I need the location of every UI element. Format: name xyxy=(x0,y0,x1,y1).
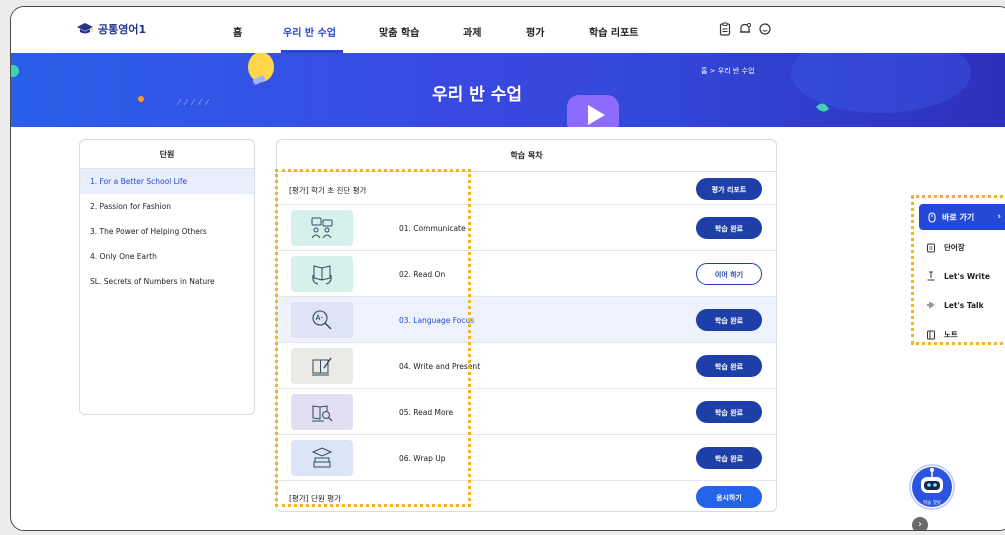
lesson-complete-button[interactable]: 학습 완료 xyxy=(696,355,762,377)
unit-item-2[interactable]: 2. Passion for Fashion xyxy=(80,194,254,219)
quick-link-label: 노트 xyxy=(944,330,958,339)
lesson-thumbnail xyxy=(291,440,353,476)
lesson-complete-button[interactable]: 학습 완료 xyxy=(696,401,762,423)
lesson-complete-button[interactable]: 학습 완료 xyxy=(696,447,762,469)
unit-list-header: 단원 xyxy=(80,140,254,169)
top-nav: 공통영어1 홈 우리 반 수업 맞춤 학습 과제 평가 학습 리포트 xyxy=(11,7,1005,53)
take-test-button[interactable]: 응시하기 xyxy=(696,486,762,508)
page-title: 우리 반 수업 xyxy=(431,85,523,105)
lesson-row: 01. Communicate 학습 완료 xyxy=(277,205,776,251)
chatbot-assistant-icon[interactable]: 학습 챗봇 xyxy=(908,463,956,513)
bell-icon[interactable] xyxy=(738,22,752,36)
lesson-row: 05. Read More 학습 완료 xyxy=(277,389,776,435)
unit-list-card: 단원 1. For a Better School Life 2. Passio… xyxy=(79,139,255,415)
contents-header: 학습 목차 xyxy=(277,140,776,172)
lesson-title: 03. Language Focus xyxy=(399,316,475,325)
quick-links-title: 바로 가기 xyxy=(942,212,975,222)
breadcrumb: 홈 > 우리 반 수업 xyxy=(701,67,755,75)
write-icon xyxy=(312,357,332,376)
lesson-thumbnail xyxy=(291,210,353,246)
lesson-title: 05. Read More xyxy=(399,408,454,417)
app-title: 공통영어1 xyxy=(98,23,147,36)
quick-links-header[interactable]: 바로 가기 › xyxy=(919,204,1005,230)
app-logo[interactable]: 공통영어1 xyxy=(77,21,146,37)
lesson-title: 04. Write and Present xyxy=(399,362,481,371)
chatbot-label: 학습 챗봇 xyxy=(923,499,941,506)
communicate-icon xyxy=(311,217,333,239)
lesson-row: 02. Read On 이어 하기 xyxy=(277,251,776,297)
unit-test-label: [평가] 단원 평가 xyxy=(289,494,342,503)
quick-link-lets-write[interactable]: Let's Write xyxy=(926,271,990,281)
nav-home[interactable]: 홈 xyxy=(233,24,242,39)
lesson-complete-button[interactable]: 학습 완료 xyxy=(696,309,762,331)
note-icon xyxy=(927,330,935,339)
chevron-right-icon[interactable]: › xyxy=(912,517,928,530)
quick-link-label: Let's Talk xyxy=(944,300,984,310)
quick-link-note[interactable]: 노트 xyxy=(926,329,958,340)
assessment-report-button[interactable]: 평가 리포트 xyxy=(696,178,762,200)
clipboard-icon[interactable] xyxy=(718,22,732,36)
continue-button[interactable]: 이어 하기 xyxy=(696,263,762,285)
lesson-thumbnail xyxy=(291,394,353,430)
learning-contents-card: 학습 목차 [평가] 학기 초 진단 평가 평가 리포트 01. Communi… xyxy=(276,139,777,512)
lesson-thumbnail xyxy=(291,302,353,338)
touch-icon xyxy=(928,211,936,223)
book-search-icon xyxy=(312,405,333,422)
pencil-underline-icon xyxy=(927,271,935,281)
unit-item-sl[interactable]: SL. Secrets of Numbers in Nature xyxy=(80,269,254,294)
magnifier-az-icon xyxy=(312,310,332,330)
chevron-right-icon: › xyxy=(997,212,1001,222)
pre-test-label: [평가] 학기 초 진단 평가 xyxy=(289,186,367,195)
page-banner: 우리 반 수업 홈 > 우리 반 수업 xyxy=(11,53,1005,127)
quick-link-vocabulary[interactable]: 단어장 xyxy=(926,242,965,253)
quick-link-label: Let's Write xyxy=(944,271,990,281)
lesson-title: 06. Wrap Up xyxy=(399,454,446,463)
vocabulary-icon xyxy=(927,243,935,252)
lesson-complete-button[interactable]: 학습 완료 xyxy=(696,217,762,239)
lesson-thumbnail xyxy=(291,256,353,292)
profile-icon[interactable] xyxy=(758,22,772,36)
nav-assignment[interactable]: 과제 xyxy=(463,24,481,39)
unit-item-4[interactable]: 4. Only One Earth xyxy=(80,244,254,269)
graduation-books-icon xyxy=(311,447,333,468)
quick-link-lets-talk[interactable]: Let's Talk xyxy=(926,300,984,310)
unit-item-1[interactable]: 1. For a Better School Life xyxy=(80,169,254,194)
app-window: 공통영어1 홈 우리 반 수업 맞춤 학습 과제 평가 학습 리포트 우리 반 … xyxy=(10,6,1005,531)
lesson-row: 03. Language Focus 학습 완료 xyxy=(277,297,776,343)
unit-item-3[interactable]: 3. The Power of Helping Others xyxy=(80,219,254,244)
nav-custom-learning[interactable]: 맞춤 학습 xyxy=(379,24,419,39)
graduation-cap-icon xyxy=(77,23,93,34)
nav-report[interactable]: 학습 리포트 xyxy=(589,24,638,39)
voice-wave-icon xyxy=(927,302,935,308)
pre-test-row: [평가] 학기 초 진단 평가 평가 리포트 xyxy=(277,173,776,205)
lesson-title: 02. Read On xyxy=(399,270,446,279)
nav-assessment[interactable]: 평가 xyxy=(526,24,544,39)
lesson-thumbnail xyxy=(291,348,353,384)
nav-our-class[interactable]: 우리 반 수업 xyxy=(283,24,336,39)
book-read-icon xyxy=(312,265,332,285)
lesson-title: 01. Communicate xyxy=(399,224,466,233)
quick-links-panel: 바로 가기 › 단어장 Let's Write Let's Talk 노트 xyxy=(916,201,1005,341)
quick-link-label: 단어장 xyxy=(944,243,965,252)
lesson-row: 06. Wrap Up 학습 완료 xyxy=(277,435,776,481)
lesson-row: 04. Write and Present 학습 완료 xyxy=(277,343,776,389)
unit-test-row: [평가] 단원 평가 응시하기 xyxy=(277,481,776,511)
